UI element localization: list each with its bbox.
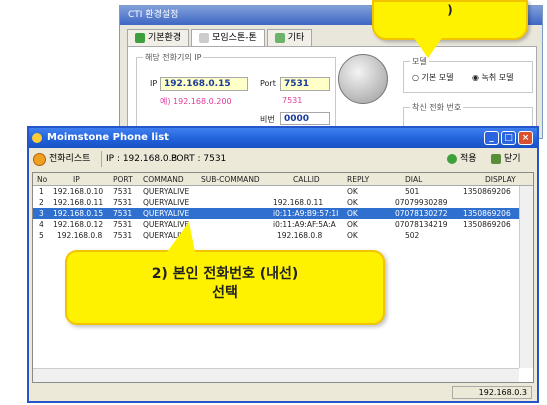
ip-input[interactable]: 192.168.0.15 <box>160 77 248 91</box>
tab-moimstone[interactable]: 모임스톤-톤 <box>191 29 265 46</box>
toolbar: 전화리스트 IP : 192.168.0.3 PORT : 7531 적용 닫기 <box>29 148 537 170</box>
col-callid[interactable]: CALLID <box>293 173 320 186</box>
mode-record-radio[interactable]: ◉ 녹취 모델 <box>472 72 514 83</box>
search-icon <box>33 152 46 166</box>
table-row[interactable]: 2 192.168.0.11 7531 QUERYALIVE 192.168.0… <box>33 197 533 208</box>
etc-icon <box>274 33 285 43</box>
port-label: Port <box>260 79 276 88</box>
close-button[interactable]: 닫기 <box>491 151 521 167</box>
table-row[interactable]: 5 192.168.0.8 7531 QUERYALIVE 192.168.0.… <box>33 230 533 241</box>
window-title: Moimstone Phone list <box>47 132 169 143</box>
incoming-label: 착신 전화 번호 <box>410 102 464 113</box>
mode-group: 모델 ○ 기본 모델 ◉ 녹취 모델 <box>403 56 533 93</box>
phone-list-button[interactable]: 전화리스트 <box>33 151 90 167</box>
password-label: 비번 <box>260 115 275 124</box>
col-dial[interactable]: DIAL <box>405 173 422 186</box>
maximize-button[interactable]: □ <box>501 131 516 145</box>
close-icon <box>491 154 501 164</box>
minimize-button[interactable]: _ <box>484 131 499 145</box>
col-port[interactable]: PORT <box>113 173 133 186</box>
col-ip[interactable]: IP <box>73 173 80 186</box>
example-ip: 예) 192.168.0.200 <box>160 97 232 106</box>
phone-icon <box>338 54 388 104</box>
vertical-scrollbar[interactable] <box>519 186 533 368</box>
mode-basic-radio[interactable]: ○ 기본 모델 <box>412 72 454 83</box>
ip-label: IP <box>150 79 158 88</box>
doc-icon <box>199 33 210 43</box>
horizontal-scrollbar[interactable] <box>33 368 519 382</box>
callout-1: ) <box>372 0 528 58</box>
callout-2-tail <box>167 222 195 252</box>
cti-tabs: 기본환경 모임스톤-톤 기타 <box>127 29 314 46</box>
close-window-button[interactable]: × <box>518 131 533 145</box>
app-icon <box>32 133 42 143</box>
table-row[interactable]: 4 192.168.0.12 7531 QUERYALIVE i0:11:A9:… <box>33 219 533 230</box>
apply-button[interactable]: 적용 <box>447 151 477 167</box>
tab-basic[interactable]: 기본환경 <box>127 29 190 46</box>
phone-ip-group-label: 해당 전화기의 IP <box>143 52 204 63</box>
list-header: No IP PORT COMMAND SUB-COMMAND CALLID RE… <box>33 173 533 186</box>
toolbar-port: PORT : 7531 <box>171 154 227 164</box>
callout-2-line2: 선택 <box>212 285 238 301</box>
toolbar-ip: IP : 192.168.0.3 <box>101 151 177 167</box>
col-reply[interactable]: REPLY <box>347 173 369 186</box>
status-ip: 192.168.0.3 <box>452 386 532 399</box>
apply-icon <box>447 154 457 164</box>
port-input[interactable]: 7531 <box>280 77 330 91</box>
callout-1-tail <box>414 38 442 58</box>
status-bar: 192.168.0.3 <box>32 385 534 400</box>
window-titlebar: Moimstone Phone list _ □ × <box>29 128 537 148</box>
callout-2-line1: 2) 본인 전화번호 (내선) <box>151 266 299 282</box>
table-row-selected[interactable]: 3 192.168.0.15 7531 QUERYALIVE i0:11:A9:… <box>33 208 533 219</box>
col-display[interactable]: DISPLAY <box>485 173 516 186</box>
example-port: 7531 <box>282 96 303 105</box>
col-command[interactable]: COMMAND <box>143 173 184 186</box>
callout-1-text: ) <box>447 3 453 17</box>
password-input[interactable]: 0000 <box>280 112 330 125</box>
cti-panel: 해당 전화기의 IP IP 192.168.0.15 Port 7531 예) … <box>127 46 537 138</box>
callout-2: 2) 본인 전화번호 (내선) 선택 <box>65 222 385 325</box>
table-row[interactable]: 1 192.168.0.10 7531 QUERYALIVE OK 501 13… <box>33 186 533 197</box>
basic-icon <box>135 33 145 43</box>
tab-etc[interactable]: 기타 <box>266 29 313 46</box>
col-no[interactable]: No <box>37 173 47 186</box>
col-subcommand[interactable]: SUB-COMMAND <box>201 173 260 186</box>
